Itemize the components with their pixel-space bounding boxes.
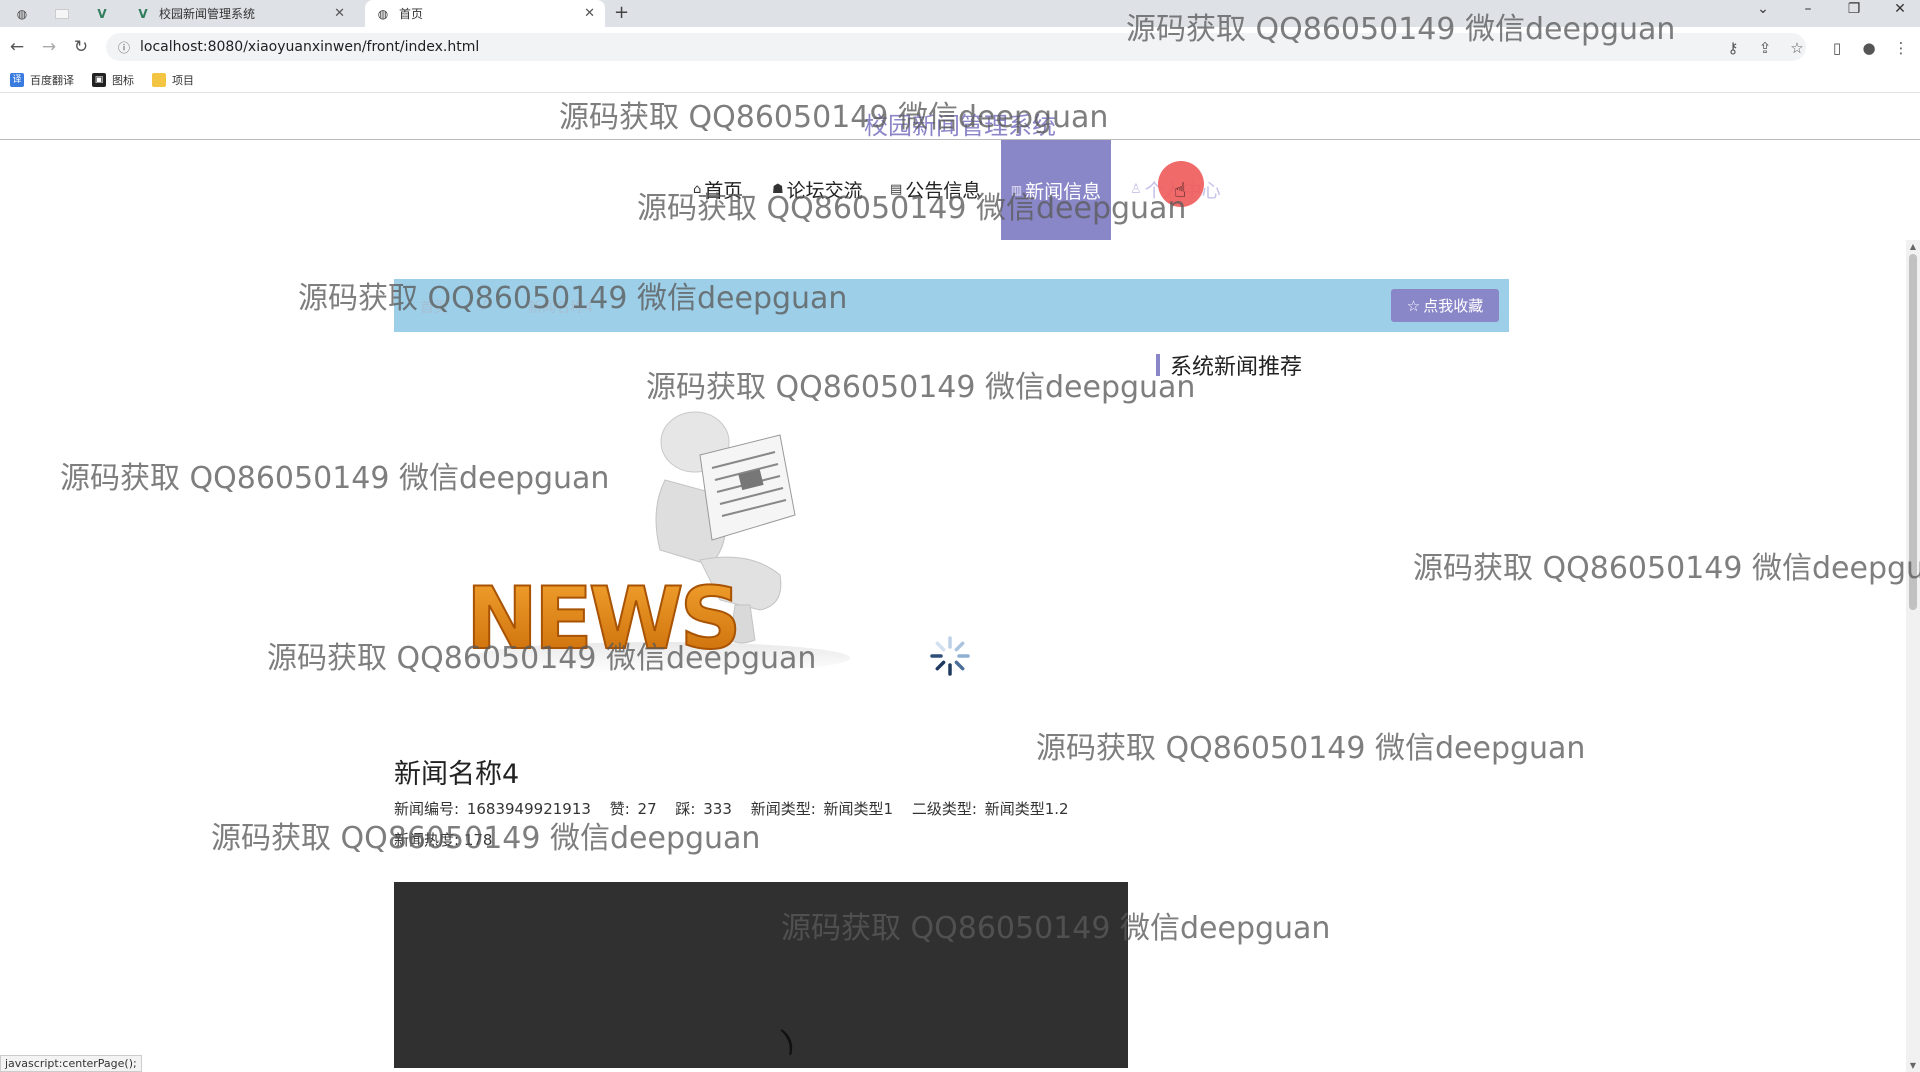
heading-accent-bar <box>1156 354 1160 376</box>
pinned-tab-vue[interactable]: V <box>90 4 114 24</box>
close-icon[interactable]: ✕ <box>584 6 595 21</box>
nav-label: 论坛交流 <box>786 180 863 202</box>
breadcrumb: 首页 / 新闻名称4 ☆ 点我收藏 <box>394 279 1509 332</box>
meta-subtype-label: 二级类型: <box>911 800 977 818</box>
breadcrumb-separator: / <box>482 297 487 313</box>
scroll-thumb[interactable] <box>1909 254 1917 610</box>
browser-tab-bar: ◍ V V 校园新闻管理系统 ✕ ◍ 首页 ✕ + ⌄ – ❐ ✕ <box>0 0 1920 27</box>
meta-id-value: 1683949921913 <box>466 800 591 818</box>
news-meta: 新闻编号: 1683949921913 赞: 27 踩: 333 新闻类型: 新… <box>394 798 1072 819</box>
breadcrumb-current: 新闻名称4 <box>528 300 593 316</box>
menu-icon[interactable]: ⋮ <box>1890 39 1912 57</box>
star-icon[interactable]: ☆ <box>1786 39 1808 57</box>
user-icon: ♙ <box>1130 182 1142 197</box>
nav-label: 新闻信息 <box>1025 180 1102 203</box>
star-icon: ☆ <box>1406 296 1421 315</box>
favorite-button[interactable]: ☆ 点我收藏 <box>1391 289 1499 322</box>
tab-admin[interactable]: V 校园新闻管理系统 ✕ <box>125 0 355 27</box>
bookmark-project[interactable]: 项目 <box>152 72 194 88</box>
address-bar-row: ← → ↻ ⓘ localhost:8080/xiaoyuanxinwen/fr… <box>0 27 1920 67</box>
meta-heat-value: 178 <box>463 831 493 849</box>
video-loading-arc: ) <box>776 1023 800 1060</box>
news-cover-image[interactable]: NEWS <box>450 400 870 690</box>
profile-icon[interactable]: ● <box>1858 39 1880 57</box>
pinned-tab-blank[interactable] <box>50 4 74 24</box>
video-player[interactable]: ) <box>394 882 1128 1068</box>
tab-title: 校园新闻管理系统 <box>159 7 256 21</box>
key-icon[interactable]: ⚷ <box>1722 39 1744 57</box>
nav-forum[interactable]: ☗ 论坛交流 <box>772 176 863 203</box>
nav-notice[interactable]: ▤ 公告信息 <box>890 176 981 203</box>
folder-icon <box>152 72 166 87</box>
minimize-button[interactable]: – <box>1793 1 1823 17</box>
site-info-icon[interactable]: ⓘ <box>118 39 130 56</box>
meta-dislikes-value: 333 <box>703 800 732 818</box>
bookmark-label: 图标 <box>112 73 134 87</box>
hand-cursor-icon: ☝ <box>1174 178 1187 202</box>
home-icon: ⌂ <box>693 182 702 197</box>
globe-icon: ◍ <box>16 7 28 21</box>
scroll-up-arrow-icon[interactable]: ▲ <box>1906 242 1920 251</box>
graduation-cap-icon: ☗ <box>772 182 784 197</box>
back-button[interactable]: ← <box>6 37 28 57</box>
bookmark-icons[interactable]: ▣ 图标 <box>92 72 134 88</box>
status-bar: javascript:centerPage(); <box>0 1055 142 1072</box>
tab-title: 首页 <box>399 7 424 21</box>
tab-home[interactable]: ◍ 首页 ✕ <box>365 0 605 27</box>
meta-type-value: 新闻类型1 <box>823 800 894 818</box>
url-text: localhost:8080/xiaoyuanxinwen/front/inde… <box>140 39 480 55</box>
page-scrollbar[interactable]: ▲ ▼ <box>1906 240 1920 1072</box>
news-heat: 新闻热度: 178 <box>394 829 492 850</box>
recommend-heading-text: 系统新闻推荐 <box>1170 355 1303 380</box>
share-icon[interactable]: ⇪ <box>1754 39 1776 57</box>
meta-dislikes-label: 踩: <box>675 800 696 818</box>
blank-page-icon <box>55 9 69 19</box>
meta-likes-label: 赞: <box>609 800 630 818</box>
side-panel-icon[interactable]: ▯ <box>1826 39 1848 57</box>
main-nav: ⌂ 首页 ☗ 论坛交流 ▤ 公告信息 ▥ 新闻信息 ♙ 个人中心 <box>0 140 1920 240</box>
meta-id-label: 新闻编号: <box>394 800 460 818</box>
nav-label: 公告信息 <box>905 180 982 202</box>
site-title: 校园新闻管理系统 <box>864 112 1056 140</box>
url-field[interactable]: ⓘ localhost:8080/xiaoyuanxinwen/front/in… <box>106 33 1806 61</box>
image-icon: ▣ <box>92 72 106 87</box>
pinned-tab-globe[interactable]: ◍ <box>10 4 34 24</box>
news-text: NEWS <box>466 569 738 669</box>
meta-subtype-value: 新闻类型1.2 <box>984 800 1069 818</box>
globe-icon: ◍ <box>377 6 389 21</box>
watermark: 源码获取 QQ86050149 微信deepguan <box>1036 731 1586 766</box>
bookmark-label: 百度翻译 <box>30 73 74 87</box>
watermark: 源码获取 QQ86050149 微信deepguan <box>1413 551 1920 586</box>
notice-icon: ▤ <box>890 182 903 197</box>
tab-search-chevron-icon[interactable]: ⌄ <box>1748 1 1778 17</box>
new-tab-button[interactable]: + <box>614 2 629 23</box>
vue-icon: V <box>97 7 107 21</box>
bookmarks-bar: 译 百度翻译 ▣ 图标 项目 <box>0 67 1920 93</box>
meta-type-label: 新闻类型: <box>750 800 816 818</box>
breadcrumb-home[interactable]: 首页 <box>420 297 448 317</box>
bookmark-label: 项目 <box>172 73 194 87</box>
loading-spinner-icon <box>930 636 970 676</box>
nav-home[interactable]: ⌂ 首页 <box>693 176 742 203</box>
restore-button[interactable]: ❐ <box>1839 1 1869 17</box>
bookmark-baidu-translate[interactable]: 译 百度翻译 <box>10 72 74 88</box>
translate-icon: 译 <box>10 72 24 87</box>
favorite-button-label: 点我收藏 <box>1423 297 1484 315</box>
window-close-button[interactable]: ✕ <box>1885 1 1915 17</box>
meta-heat-label: 新闻热度: <box>394 831 460 849</box>
nav-news[interactable]: ▥ 新闻信息 <box>1001 140 1111 240</box>
scroll-down-arrow-icon[interactable]: ▼ <box>1906 1061 1920 1070</box>
news-icon: ▥ <box>1010 183 1023 197</box>
nav-label: 首页 <box>704 180 743 202</box>
site-header: 校园新闻管理系统 <box>0 98 1920 140</box>
meta-likes-value: 27 <box>637 800 657 818</box>
news-title: 新闻名称4 <box>394 759 520 790</box>
vue-icon: V <box>138 6 148 21</box>
reload-button[interactable]: ↻ <box>70 37 92 57</box>
close-icon[interactable]: ✕ <box>334 6 345 21</box>
forward-button[interactable]: → <box>38 37 60 57</box>
recommend-heading: 系统新闻推荐 <box>1156 352 1303 380</box>
